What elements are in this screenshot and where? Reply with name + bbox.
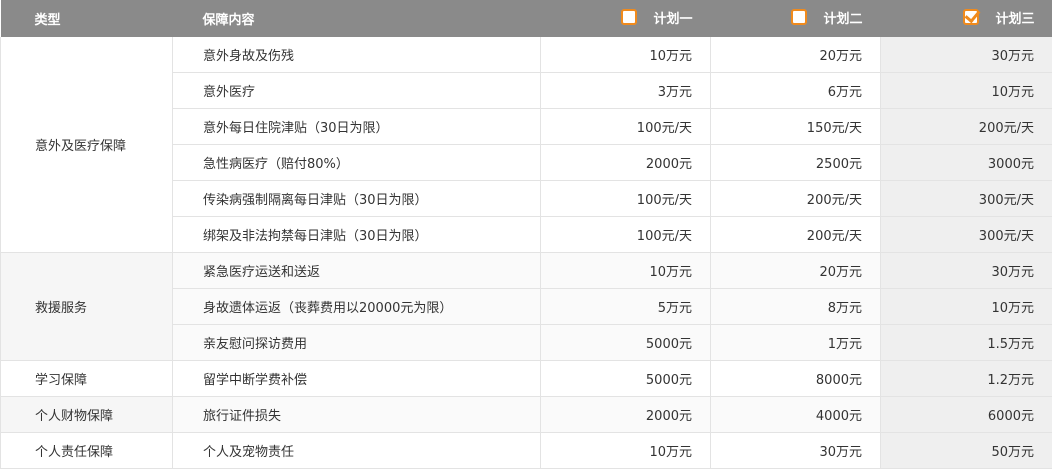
plan-2-value: 8000元 <box>710 360 881 397</box>
header-type: 类型 <box>0 0 173 37</box>
coverage-item: 绑架及非法拘禁每日津贴（30日为限） <box>172 216 541 253</box>
coverage-item: 身故遗体运返（丧葬费用以20000元为限） <box>172 288 541 325</box>
plan-2-value: 1万元 <box>710 324 881 361</box>
coverage-item: 意外医疗 <box>172 72 541 109</box>
plan-2-value: 20万元 <box>710 37 881 73</box>
type-cell: 学习保障 <box>0 360 173 397</box>
plan-3-value: 50万元 <box>880 432 1052 469</box>
plan-3-value: 300元/天 <box>880 180 1052 217</box>
insurance-plan-table: 类型 保障内容 计划一 计划二 计划三 意外及医疗保障 意外身故及伤残 10万元… <box>0 0 1052 469</box>
coverage-item: 意外身故及伤残 <box>172 37 541 73</box>
type-cell: 个人财物保障 <box>0 396 173 433</box>
plan-3-label: 计划三 <box>995 11 1035 27</box>
type-cell: 意外及医疗保障 <box>0 37 173 253</box>
plan-2-value: 200元/天 <box>710 180 881 217</box>
coverage-item: 旅行证件损失 <box>172 396 541 433</box>
plan-2-value: 4000元 <box>710 396 881 433</box>
plan-3-value: 1.5万元 <box>880 324 1052 361</box>
plan-3-value: 30万元 <box>880 252 1052 289</box>
plan-2-value: 8万元 <box>710 288 881 325</box>
plan-3-value: 300元/天 <box>880 216 1052 253</box>
coverage-item: 意外每日住院津贴（30日为限） <box>172 108 541 145</box>
plan-1-value: 3万元 <box>540 72 711 109</box>
plan-1-value: 100元/天 <box>540 216 711 253</box>
plan-2-value: 200元/天 <box>710 216 881 253</box>
plan-1-checkbox[interactable] <box>621 9 638 26</box>
plan-1-value: 5000元 <box>540 324 711 361</box>
plan-2-value: 6万元 <box>710 72 881 109</box>
coverage-item: 紧急医疗运送和送返 <box>172 252 541 289</box>
plan-1-value: 100元/天 <box>540 180 711 217</box>
type-cell: 个人责任保障 <box>0 432 173 469</box>
plan-3-value: 30万元 <box>880 37 1052 73</box>
plan-1-label: 计划一 <box>653 11 693 27</box>
coverage-item: 传染病强制隔离每日津贴（30日为限） <box>172 180 541 217</box>
header-content: 保障内容 <box>172 0 541 37</box>
plan-2-value: 30万元 <box>710 432 881 469</box>
header-plan-2[interactable]: 计划二 <box>710 0 881 37</box>
plan-3-value: 6000元 <box>880 396 1052 433</box>
type-cell: 救援服务 <box>0 252 173 361</box>
plan-2-value: 2500元 <box>710 144 881 181</box>
plan-2-checkbox[interactable] <box>791 9 808 26</box>
plan-2-value: 20万元 <box>710 252 881 289</box>
plan-1-value: 5000元 <box>540 360 711 397</box>
plan-1-value: 10万元 <box>540 432 711 469</box>
table-row: 学习保障 留学中断学费补偿 5000元 8000元 1.2万元 <box>0 360 1052 397</box>
plan-3-value: 200元/天 <box>880 108 1052 145</box>
plan-3-checkbox[interactable] <box>963 9 980 26</box>
plan-2-label: 计划二 <box>823 11 863 27</box>
plan-1-value: 10万元 <box>540 37 711 73</box>
plan-1-value: 2000元 <box>540 396 711 433</box>
coverage-item: 亲友慰问探访费用 <box>172 324 541 361</box>
plan-3-value: 1.2万元 <box>880 360 1052 397</box>
table-row: 意外及医疗保障 意外身故及伤残 10万元 20万元 30万元 <box>0 37 1052 253</box>
plan-1-value: 2000元 <box>540 144 711 181</box>
table-row: 个人责任保障 个人及宠物责任 10万元 30万元 50万元 <box>0 432 1052 469</box>
plan-1-value: 100元/天 <box>540 108 711 145</box>
table-row: 救援服务 紧急医疗运送和送返 10万元 20万元 30万元 <box>0 252 1052 361</box>
plan-3-value: 10万元 <box>880 72 1052 109</box>
coverage-item: 个人及宠物责任 <box>172 432 541 469</box>
plan-2-value: 150元/天 <box>710 108 881 145</box>
table-row: 个人财物保障 旅行证件损失 2000元 4000元 6000元 <box>0 396 1052 433</box>
header-plan-3[interactable]: 计划三 <box>880 0 1052 37</box>
coverage-item: 急性病医疗（赔付80%） <box>172 144 541 181</box>
plan-3-value: 3000元 <box>880 144 1052 181</box>
plan-1-value: 5万元 <box>540 288 711 325</box>
header-plan-1[interactable]: 计划一 <box>540 0 711 37</box>
plan-3-value: 10万元 <box>880 288 1052 325</box>
table-header-row: 类型 保障内容 计划一 计划二 计划三 <box>0 0 1052 37</box>
plan-1-value: 10万元 <box>540 252 711 289</box>
coverage-item: 留学中断学费补偿 <box>172 360 541 397</box>
